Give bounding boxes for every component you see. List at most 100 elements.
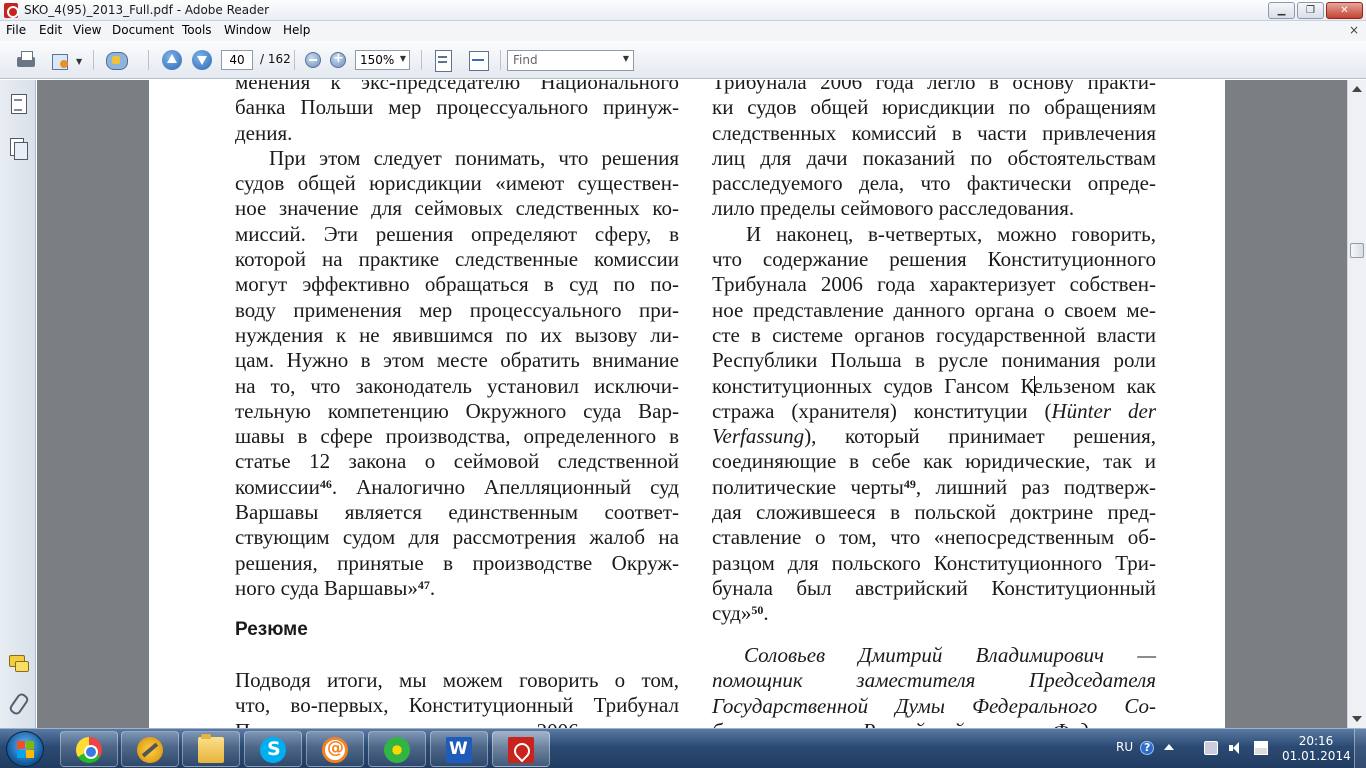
menu-window[interactable]: Window: [224, 23, 271, 37]
text-span: суд»: [712, 601, 752, 626]
left-column: менения к экс-председателю Национального…: [235, 80, 679, 601]
text-line: Государственной Думы Федерального Со-: [712, 693, 1156, 718]
show-desktop-button[interactable]: [1354, 729, 1366, 768]
scroll-down-icon[interactable]: [1352, 716, 1362, 722]
taskbar-explorer[interactable]: [182, 731, 240, 767]
page-total: / 162: [260, 52, 291, 66]
scroll-up-icon[interactable]: [1352, 86, 1362, 92]
action-center-flag-icon[interactable]: [1254, 741, 1268, 755]
taskbar-tools[interactable]: [121, 731, 179, 767]
menu-help[interactable]: Help: [283, 23, 310, 37]
text-line: что содержание решения Конституционного: [712, 247, 1156, 272]
menu-file[interactable]: File: [6, 23, 26, 37]
text-line: сте в системе органов государственной вл…: [712, 322, 1156, 347]
text-line: Подводя итоги, мы можем говорить о том,: [235, 668, 679, 692]
toolbar-separator: [93, 50, 94, 70]
maximize-button[interactable]: ❐: [1297, 2, 1324, 19]
text-line: Verfassung), который принимает решения,: [712, 424, 1156, 449]
taskbar-adobe-reader[interactable]: [492, 731, 550, 767]
close-button[interactable]: ✕: [1326, 2, 1363, 19]
taskbar-word[interactable]: [430, 731, 488, 767]
comments-icon[interactable]: [9, 653, 29, 675]
text-span: , лишний раз подтверж-: [915, 474, 1156, 499]
text-line: шавы в сфере производства, определенного…: [235, 424, 679, 449]
text-line: конституционных судов Гансом Кельзеном к…: [712, 374, 1156, 399]
previous-page-icon[interactable]: [162, 50, 182, 70]
text-line: И наконец, в-четвертых, можно говорить,: [746, 221, 1156, 246]
text-span-italic: Hünter der: [1051, 398, 1156, 423]
pages-icon[interactable]: [9, 94, 27, 116]
clock-date: 01.01.2014: [1282, 749, 1351, 763]
adobe-reader-icon: [4, 3, 19, 18]
text-line: Республики Польша в русле понимания роли: [712, 348, 1156, 373]
share-dropdown-icon[interactable]: ▼: [76, 57, 82, 66]
taskbar: RU 20:16 01.01.2014: [0, 728, 1366, 768]
next-page-icon[interactable]: [192, 50, 212, 70]
text-line: следственных комиссий в части привлечени…: [712, 120, 1156, 145]
fit-width-icon[interactable]: [466, 48, 490, 72]
taskbar-skype[interactable]: [244, 731, 302, 767]
text-line: тельную компетенцию Окружного суда Вар-: [235, 398, 679, 423]
taskbar-icq[interactable]: [368, 731, 426, 767]
find-input[interactable]: Find ▼: [507, 50, 634, 71]
language-indicator[interactable]: RU: [1116, 740, 1133, 754]
chevron-down-icon: ▼: [622, 54, 629, 63]
share-icon[interactable]: [49, 48, 73, 72]
text-line: судов общей юрисдикции «имеют существен-: [235, 171, 679, 196]
toolbar: ▼: [0, 41, 1366, 79]
text-line: ки судов общей юрисдикции по обращениям: [712, 95, 1156, 120]
vertical-scrollbar[interactable]: [1347, 80, 1366, 728]
help-icon[interactable]: [1140, 741, 1154, 755]
document-viewport[interactable]: менения к экс-председателю Национального…: [37, 80, 1347, 728]
menu-edit[interactable]: Edit: [39, 23, 62, 37]
device-icon[interactable]: [1204, 741, 1218, 755]
zoom-in-icon[interactable]: [330, 51, 346, 68]
volume-icon[interactable]: [1228, 741, 1242, 755]
taskbar-chrome[interactable]: [60, 731, 118, 767]
text-line: могут эффективно обращаться в суд по по-: [235, 272, 679, 297]
page-number-input[interactable]: [221, 50, 253, 70]
fit-page-icon[interactable]: [431, 48, 455, 72]
scrollbar-thumb[interactable]: [1350, 243, 1364, 258]
navigation-panel: [0, 80, 36, 728]
window-title: SKO_4(95)_2013_Full.pdf - Adobe Reader: [24, 3, 270, 17]
footnote-ref[interactable]: 47: [418, 578, 430, 592]
clock[interactable]: 20:16 01.01.2014: [1282, 734, 1351, 764]
text-line: дая сложившееся в польской доктрине пред…: [712, 500, 1156, 525]
minimize-button[interactable]: ▁: [1268, 2, 1295, 19]
menu-document[interactable]: Document: [112, 23, 174, 37]
text-line: ное значение для сеймовых следственных к…: [235, 196, 679, 221]
text-line: Варшавы является единственным соответ-: [235, 500, 679, 525]
mail-icon: [322, 737, 348, 763]
text-span: ), который принимает решения,: [804, 424, 1156, 449]
print-icon[interactable]: [14, 48, 38, 72]
text-line: Соловьев Дмитрий Владимирович —: [744, 643, 1156, 667]
cloud-icon[interactable]: [104, 48, 128, 72]
folder-icon: [198, 734, 224, 763]
taskbar-mail[interactable]: [306, 731, 364, 767]
paperclip-icon[interactable]: [9, 693, 27, 715]
menu-tools[interactable]: Tools: [182, 23, 212, 37]
text-line: комиссии46. Аналогично Апелляционный суд: [235, 475, 679, 500]
tools-icon: [137, 737, 163, 763]
show-hidden-icons-icon[interactable]: [1162, 741, 1176, 755]
toolbar-separator: [500, 50, 501, 70]
icq-icon: [384, 737, 410, 763]
text-line: стража (хранителя) конституции (Hünter d…: [712, 399, 1156, 424]
text-line: дения.: [235, 120, 293, 145]
text-line: ного суда Варшавы»47.: [235, 576, 679, 601]
chrome-icon: [76, 737, 102, 763]
footnote-ref[interactable]: 49: [904, 477, 916, 491]
start-button[interactable]: [6, 731, 44, 767]
footnote-ref[interactable]: 46: [320, 477, 332, 491]
footnote-ref[interactable]: 50: [751, 603, 763, 617]
attachments-icon[interactable]: [9, 138, 28, 160]
document-close-icon[interactable]: ×: [1349, 23, 1359, 37]
word-icon: [446, 737, 472, 763]
text-line: ное представление данного органа о своем…: [712, 297, 1156, 322]
zoom-select[interactable]: 150% ▼: [355, 50, 410, 70]
text-line: менения к экс-председателю Национального: [235, 80, 679, 94]
zoom-out-icon[interactable]: [305, 52, 321, 68]
left-column-continued: Подводя итоги, мы можем говорить о том, …: [235, 668, 679, 728]
menu-view[interactable]: View: [73, 23, 101, 37]
